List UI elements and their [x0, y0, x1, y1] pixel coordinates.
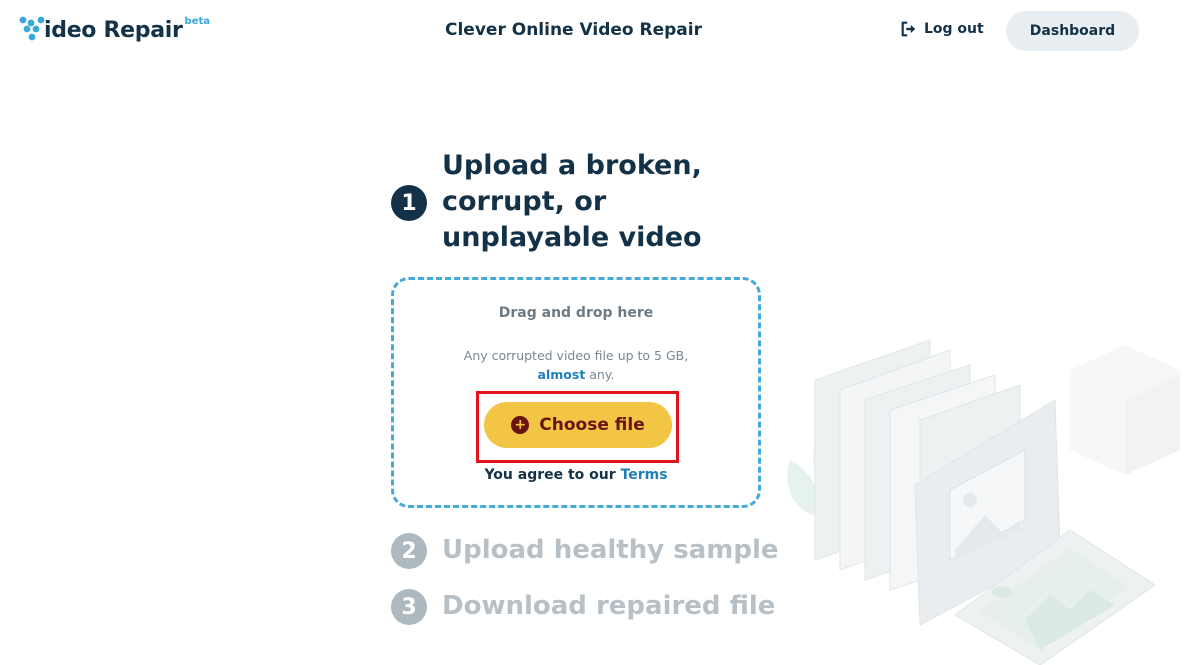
video-files-illustration	[787, 339, 1180, 665]
terms-link[interactable]: Terms	[621, 467, 668, 483]
page-header-title: Clever Online Video Repair	[445, 20, 702, 40]
plus-circle-icon: +	[511, 416, 530, 434]
logout-icon	[901, 21, 916, 37]
step-3-number: 3	[391, 589, 427, 625]
beta-badge: beta	[184, 16, 210, 27]
terms-agreement: You agree to our Terms	[391, 467, 761, 483]
almost-link[interactable]: almost	[538, 367, 586, 382]
logout-label: Log out	[924, 21, 984, 37]
step-2-title: Upload healthy sample	[442, 535, 779, 565]
dashboard-button[interactable]: Dashboard	[1006, 11, 1139, 51]
step-3-title: Download repaired file	[442, 591, 776, 621]
agree-text: You agree to our	[484, 467, 621, 483]
logo-text: ideo Repair	[44, 18, 183, 43]
dropzone-desc-line1: Any corrupted video file up to 5 GB,	[463, 348, 689, 363]
dropzone-description: Any corrupted video file up to 5 GB, alm…	[394, 346, 758, 384]
step-1-number: 1	[391, 185, 427, 221]
dropzone-desc-any: any.	[585, 367, 615, 382]
page: ideo Repair beta Clever Online Video Rep…	[0, 0, 1188, 665]
logo[interactable]: ideo Repair beta	[18, 14, 210, 48]
logout-link[interactable]: Log out	[900, 20, 984, 38]
dropzone-title: Drag and drop here	[498, 305, 654, 321]
logo-v-dots-icon	[19, 16, 45, 41]
step-1-title: Upload a broken, corrupt, or unplayable …	[442, 150, 702, 253]
choose-file-label: Choose file	[539, 415, 645, 435]
choose-file-button[interactable]: + Choose file	[484, 402, 672, 448]
step-2-number: 2	[391, 533, 427, 569]
dropzone-desc-line2: almost any.	[394, 365, 758, 384]
